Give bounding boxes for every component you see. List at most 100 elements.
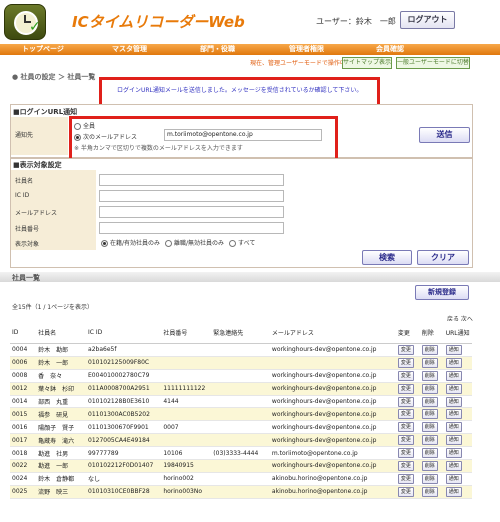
nav-member[interactable]: 会員確認 bbox=[376, 44, 404, 55]
cell-tel bbox=[211, 472, 270, 486]
cell-icid: なし bbox=[86, 472, 162, 486]
edit-button-cell: 変更 bbox=[395, 343, 420, 357]
target-inactive-icon[interactable] bbox=[165, 240, 172, 247]
notify-button[interactable]: 通知 bbox=[445, 344, 462, 355]
nav-master[interactable]: マスタ管理 bbox=[112, 44, 147, 55]
notify-button[interactable]: 通知 bbox=[445, 383, 462, 394]
cell-empno bbox=[161, 369, 212, 383]
edit-button[interactable]: 変更 bbox=[397, 409, 414, 420]
delete-button[interactable]: 削除 bbox=[421, 448, 438, 459]
target-all[interactable]: すべて bbox=[229, 238, 255, 247]
delete-button[interactable]: 削除 bbox=[421, 473, 438, 484]
edit-button-cell: 変更 bbox=[395, 433, 420, 448]
table-row: 0004 鈴木 勘郎 a2ba6e5f workinghours-dev@opento… bbox=[10, 343, 472, 357]
app-logo-icon: ✓ bbox=[4, 4, 46, 40]
edit-button[interactable]: 変更 bbox=[397, 370, 414, 381]
cell-name: 亀蔵寿 滝六 bbox=[36, 433, 87, 448]
edit-button[interactable]: 変更 bbox=[397, 357, 414, 368]
notify-button-cell: 通知 bbox=[443, 433, 472, 448]
cell-name: 福参 研見 bbox=[36, 407, 87, 422]
edit-button[interactable]: 変更 bbox=[397, 435, 414, 446]
target-active[interactable]: 在籍/有効社員のみ bbox=[101, 238, 160, 247]
edit-button[interactable]: 変更 bbox=[397, 473, 414, 484]
cell-name: 流野 映三 bbox=[36, 485, 87, 499]
search-button[interactable]: 検索 bbox=[362, 250, 412, 265]
delete-button[interactable]: 削除 bbox=[421, 344, 438, 355]
cell-empno bbox=[161, 343, 212, 357]
nav-dept[interactable]: 部門・役職 bbox=[200, 44, 235, 55]
field-label-empno: 社員番号 bbox=[15, 226, 40, 233]
name-input[interactable] bbox=[99, 174, 284, 186]
cell-id: 0014 bbox=[10, 395, 37, 409]
delete-button[interactable]: 削除 bbox=[421, 370, 438, 381]
notify-button-cell: 通知 bbox=[443, 420, 472, 435]
clear-button[interactable]: クリア bbox=[417, 250, 469, 265]
switch-mode-button[interactable]: 一般ユーザーモードに切替 bbox=[396, 57, 470, 69]
edit-button[interactable]: 変更 bbox=[397, 422, 414, 433]
notify-button-cell: 通知 bbox=[443, 382, 472, 396]
nav-admin[interactable]: 管理者権限 bbox=[289, 44, 324, 55]
edit-button[interactable]: 変更 bbox=[397, 383, 414, 394]
logout-button[interactable]: ログアウト bbox=[400, 11, 455, 29]
list-title: 社員一覧 bbox=[12, 274, 40, 282]
delete-button[interactable]: 削除 bbox=[421, 357, 438, 368]
edit-button[interactable]: 変更 bbox=[397, 448, 414, 459]
delete-button-cell: 削除 bbox=[419, 395, 444, 409]
target-active-icon[interactable] bbox=[101, 240, 108, 247]
edit-button[interactable]: 変更 bbox=[397, 396, 414, 407]
cell-name: 陽顔子 賢子 bbox=[36, 420, 87, 435]
cell-empno: horino003No bbox=[161, 485, 212, 499]
sitemap-button[interactable]: サイトマップ表示 bbox=[342, 57, 392, 69]
icid-input[interactable] bbox=[99, 190, 284, 202]
notify-button-cell: 通知 bbox=[443, 369, 472, 383]
new-register-button[interactable]: 新規登録 bbox=[415, 285, 469, 300]
edit-button[interactable]: 変更 bbox=[397, 486, 414, 497]
cell-email: workinghours-dev@opentone.co.jp bbox=[269, 343, 396, 357]
cell-id: 0018 bbox=[10, 446, 37, 461]
edit-button-cell: 変更 bbox=[395, 407, 420, 422]
col-notify: URL通知 bbox=[443, 321, 472, 344]
delete-button-cell: 削除 bbox=[419, 407, 444, 422]
notify-button-cell: 通知 bbox=[443, 407, 472, 422]
notify-button[interactable]: 通知 bbox=[445, 357, 462, 368]
delete-button[interactable]: 削除 bbox=[421, 460, 438, 471]
delete-button[interactable]: 削除 bbox=[421, 383, 438, 394]
notify-button-cell: 通知 bbox=[443, 356, 472, 370]
email-input[interactable] bbox=[99, 206, 284, 218]
notify-button[interactable]: 通知 bbox=[445, 409, 462, 420]
target-inactive[interactable]: 離職/無効社員のみ bbox=[165, 238, 224, 247]
cell-empno: horino002 bbox=[161, 472, 212, 486]
field-label-icid: IC ID bbox=[15, 192, 30, 199]
notify-button[interactable]: 通知 bbox=[445, 486, 462, 497]
delete-button[interactable]: 削除 bbox=[421, 486, 438, 497]
edit-button[interactable]: 変更 bbox=[397, 344, 414, 355]
delete-button[interactable]: 削除 bbox=[421, 422, 438, 433]
notify-button[interactable]: 通知 bbox=[445, 370, 462, 381]
filter-panel-title: ■表示対象設定 bbox=[13, 161, 62, 169]
field-label-email: メールアドレス bbox=[15, 210, 58, 217]
delete-button[interactable]: 削除 bbox=[421, 435, 438, 446]
notify-button-cell: 通知 bbox=[443, 343, 472, 357]
notify-button-cell: 通知 bbox=[443, 485, 472, 499]
notify-button[interactable]: 通知 bbox=[445, 396, 462, 407]
notify-button[interactable]: 通知 bbox=[445, 460, 462, 471]
nav-top-page[interactable]: トップページ bbox=[22, 44, 64, 55]
edit-button[interactable]: 変更 bbox=[397, 460, 414, 471]
delete-button[interactable]: 削除 bbox=[421, 409, 438, 420]
cell-id: 0015 bbox=[10, 407, 37, 422]
notify-button[interactable]: 通知 bbox=[445, 448, 462, 459]
edit-button-cell: 変更 bbox=[395, 446, 420, 461]
delete-button[interactable]: 削除 bbox=[421, 396, 438, 407]
target-inactive-label: 離職/無効社員のみ bbox=[174, 240, 225, 247]
notify-button[interactable]: 通知 bbox=[445, 435, 462, 446]
target-all-icon[interactable] bbox=[229, 240, 236, 247]
notify-button[interactable]: 通知 bbox=[445, 422, 462, 433]
send-button[interactable]: 送信 bbox=[419, 127, 470, 143]
cell-icid: 01101300AC0B5202 bbox=[86, 407, 162, 422]
delete-button-cell: 削除 bbox=[419, 343, 444, 357]
cell-tel bbox=[211, 369, 270, 383]
cell-id: 0024 bbox=[10, 472, 37, 486]
cell-icid: 01010310CE0BBF28 bbox=[86, 485, 162, 499]
empno-input[interactable] bbox=[99, 222, 284, 234]
notify-button[interactable]: 通知 bbox=[445, 473, 462, 484]
